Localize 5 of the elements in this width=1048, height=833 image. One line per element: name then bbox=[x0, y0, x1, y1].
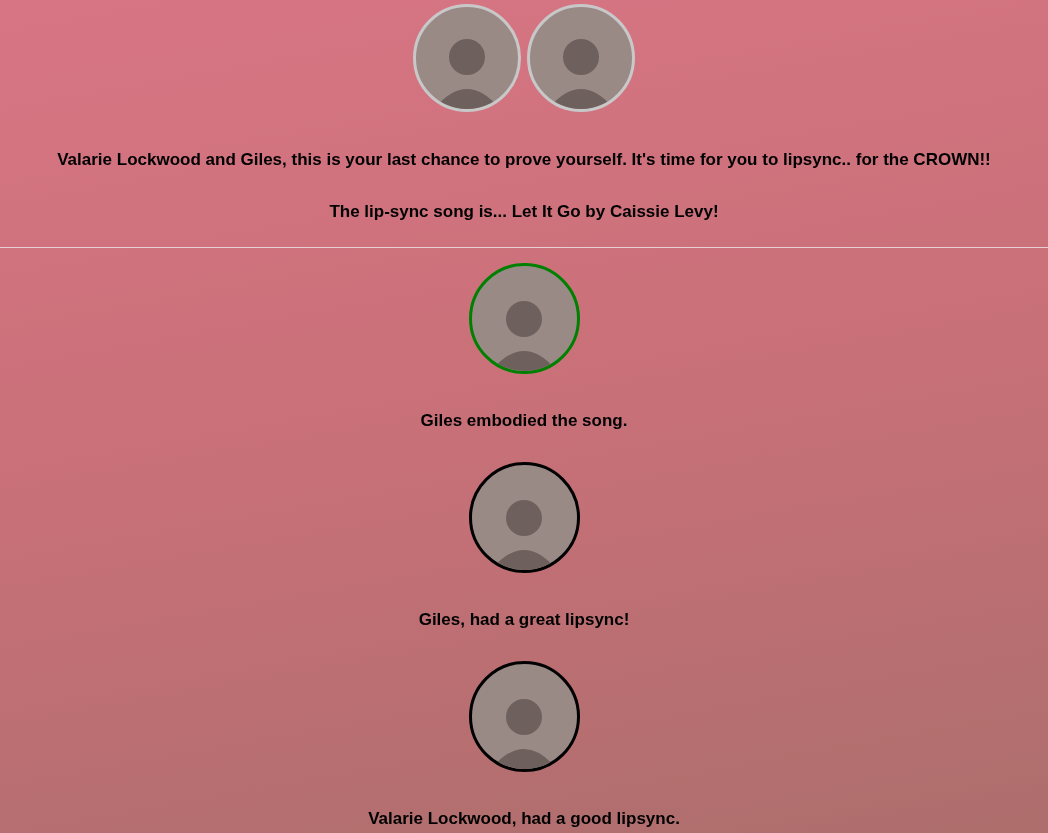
result-text: Giles embodied the song. bbox=[420, 410, 628, 432]
announcement-text: Valarie Lockwood and Giles, this is your last chance to prove yourself. It's time for you to lipsync.. for the CROWN!! bbox=[57, 149, 991, 171]
result-text: Giles, had a great lipsync! bbox=[418, 609, 630, 631]
song-text: The lip-sync song is... Let It Go by Caissie Levy! bbox=[329, 201, 719, 223]
result-text: Valarie Lockwood, had a good lipsync. bbox=[368, 808, 680, 830]
